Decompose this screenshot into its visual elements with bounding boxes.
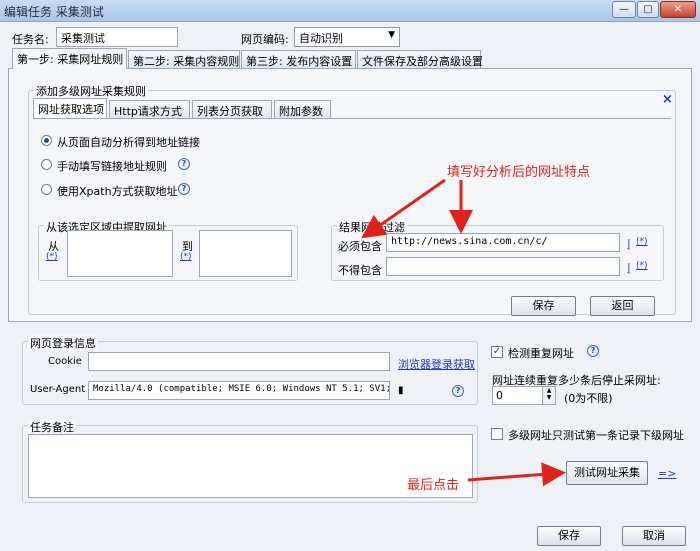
lock-icon: ▮	[398, 385, 404, 396]
from-textarea[interactable]	[67, 230, 173, 277]
ua-label: User-Agent	[30, 384, 86, 395]
rule-save-button[interactable]: 保存	[511, 296, 576, 316]
cookie-label: Cookie	[48, 356, 82, 367]
to-wildcard-link[interactable]: (*)	[180, 252, 192, 262]
tab-url-rules[interactable]: 第一步: 采集网址规则	[12, 48, 127, 69]
annotation-top: 填写好分析后的网址特点	[447, 165, 591, 180]
radio-manual-rule[interactable]	[41, 159, 52, 170]
task-name-label: 任务名:	[12, 33, 49, 46]
ua-input[interactable]: Mozilla/4.0 (compatible; MSIE 6.0; Windo…	[88, 381, 390, 400]
task-name-input[interactable]: 采集测试	[56, 27, 178, 47]
not-contain-input[interactable]	[386, 257, 620, 276]
window-title: 编辑任务 采集测试	[4, 5, 104, 19]
tab-publish-settings[interactable]: 第三步: 发布内容设置	[241, 50, 356, 68]
must-contain-input[interactable]: http://news.sina.com.cn/c/	[386, 233, 620, 252]
rule-group-title: 添加多级网址采集规则	[34, 83, 148, 99]
must-contain-label: 必须包含	[338, 240, 382, 253]
footer-save-button[interactable]: 保存	[537, 526, 601, 546]
cookie-input[interactable]	[88, 352, 390, 371]
multi-level-label: 多级网址只测试第一条记录下级网址	[508, 429, 684, 442]
login-group-title: 网页登录信息	[28, 335, 98, 351]
encoding-select-value: 自动识别	[299, 32, 343, 45]
close-button[interactable]: ✕	[660, 1, 696, 18]
stop-after-input[interactable]: 0 ▲ ▼	[492, 386, 556, 405]
radio-manual-rule-label: 手动填写链接地址规则	[57, 160, 167, 173]
radio-auto-analyze-label: 从页面自动分析得到地址链接	[57, 136, 200, 149]
browser-login-link[interactable]: 浏览器登录获取	[398, 356, 475, 372]
arrow-link[interactable]: =>	[658, 467, 676, 480]
test-url-button[interactable]: 测试网址采集	[566, 461, 648, 485]
must-wildcard-link[interactable]: (*)	[636, 237, 648, 247]
maximize-button[interactable]: ▢	[637, 1, 659, 18]
not-wildcard-link[interactable]: (*)	[636, 261, 648, 271]
from-wildcard-link[interactable]: (*)	[46, 252, 58, 262]
rule-back-button[interactable]: 返回	[590, 296, 655, 316]
title-bar: 编辑任务 采集测试 — ▢ ✕	[0, 0, 700, 22]
chevron-down-icon: ▼	[388, 30, 395, 40]
tab-file-advanced[interactable]: 文件保存及部分高级设置	[357, 50, 483, 68]
radio-auto-analyze[interactable]	[41, 135, 52, 146]
subtab-extra-params[interactable]: 附加参数	[274, 100, 331, 118]
rule-group	[28, 90, 676, 315]
subtab-http-method[interactable]: Http请求方式	[109, 100, 190, 118]
tab-content-rules[interactable]: 第二步: 采集内容规则	[128, 50, 240, 68]
subtab-list-paging[interactable]: 列表分页获取	[192, 100, 272, 118]
detect-duplicate-label: 检测重复网址	[508, 347, 574, 360]
annotation-bottom: 最后点击	[407, 478, 460, 493]
not-contain-label: 不得包含	[338, 264, 382, 277]
notes-title: 任务备注	[28, 419, 76, 435]
stepper-arrows[interactable]: ▲ ▼	[542, 387, 555, 404]
radio-xpath[interactable]	[41, 184, 52, 195]
not-or-link[interactable]: |	[627, 261, 631, 274]
must-or-link[interactable]: |	[627, 237, 631, 250]
help-icon[interactable]: ?	[587, 345, 599, 357]
detect-duplicate-checkbox[interactable]: ✓	[491, 346, 503, 358]
close-icon[interactable]: ×	[662, 92, 673, 107]
help-icon[interactable]: ?	[178, 183, 190, 195]
minimize-button[interactable]: —	[612, 1, 636, 18]
subtab-url-options[interactable]: 网址获取选项	[33, 98, 107, 118]
footer-cancel-button[interactable]: 取消	[622, 526, 686, 546]
encoding-label: 网页编码:	[241, 33, 289, 46]
subtab-divider	[33, 118, 671, 119]
multi-level-checkbox[interactable]	[491, 428, 503, 440]
stop-after-value: 0	[496, 389, 503, 402]
to-textarea[interactable]	[199, 230, 292, 277]
encoding-select[interactable]: 自动识别 ▼	[294, 27, 400, 47]
stop-after-hint: (0为不限)	[564, 392, 613, 405]
help-icon[interactable]: ?	[178, 158, 190, 170]
help-icon[interactable]: ?	[452, 385, 464, 397]
radio-xpath-label: 使用Xpath方式获取地址	[57, 185, 178, 198]
